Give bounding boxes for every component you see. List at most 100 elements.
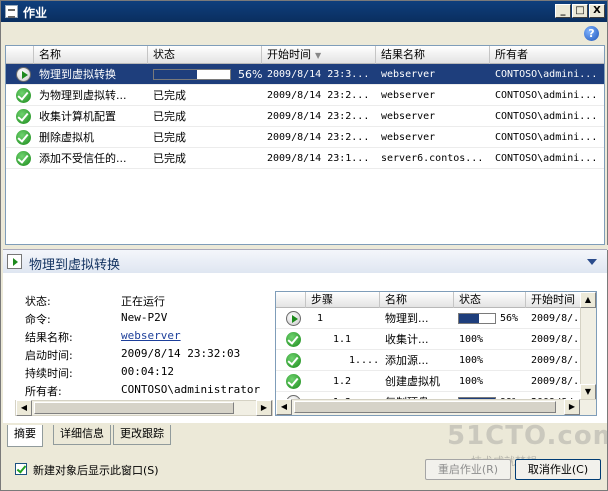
restart-job-button[interactable]: 重启作业(R) [425,459,511,480]
progress-percent: 56% [500,313,519,324]
field-label: 持续时间: [25,367,73,380]
tab-change-tracking[interactable]: 更改跟踪 [113,425,171,445]
steps-vertical-scrollbar[interactable]: ▲ ▼ [580,292,596,400]
steps-col-step[interactable]: 步骤 [306,292,380,308]
steps-scroll-right-icon[interactable]: ▶ [564,399,580,415]
completed-icon [16,151,31,166]
running-icon [16,67,31,82]
col-status[interactable]: 状态 [148,46,262,64]
completed-icon [286,353,301,368]
job-cell-name: 为物理到虚拟转... [39,89,127,102]
completed-icon [286,332,301,347]
job-cell-owner: CONTOSO\admini... [495,153,598,164]
job-cell-result: webserver [381,111,436,122]
job-cell-result: webserver [381,132,436,143]
step-number: 1.... [349,355,380,366]
col-result-name[interactable]: 结果名称 [376,46,490,64]
minimize-button[interactable]: _ [555,4,571,18]
job-row[interactable]: 收集计算机配置 已完成 2009/8/14 23:2... webserver CONT… [6,106,604,127]
tab-details[interactable]: 详细信息 [53,425,111,445]
step-start-time: 2009/8/... [531,355,582,366]
steps-grid-header: 步骤 名称 状态 开始时间 [276,292,596,308]
jobs-grid-header: 名称 状态 开始时间 ▼ 结果名称 所有者 [6,46,604,64]
running-icon [286,311,301,326]
steps-scroll-thumb[interactable] [294,401,556,413]
job-cell-start: 2009/8/14 23:1... [267,153,370,164]
field-value: 2009/8/14 23:32:03 [121,347,241,360]
scroll-down-icon[interactable]: ▼ [580,384,596,400]
completed-icon [16,88,31,103]
job-cell-owner: CONTOSO\admini... [495,69,598,80]
job-cell-start: 2009/8/14 23:2... [267,90,370,101]
field-label: 状态: [25,295,51,308]
completed-icon [16,109,31,124]
job-details-icon [7,254,22,269]
job-cell-owner: CONTOSO\admini... [495,111,598,122]
job-cell-start: 2009/8/14 23:3... [267,69,370,80]
steps-horizontal-scrollbar[interactable]: ◀ ▶ [276,399,596,415]
scroll-left-icon[interactable]: ◀ [16,400,32,416]
step-status: 100% [459,355,484,366]
job-cell-owner: CONTOSO\admini... [495,132,598,143]
job-cell-status: 已完成 [153,152,186,165]
col-name[interactable]: 名称 [34,46,148,64]
field-label: 命令: [25,313,51,326]
steps-col-icon[interactable] [276,292,306,308]
step-row[interactable]: 1.1 收集计... 100% 2009/8/... [276,329,582,350]
step-row[interactable]: 1.... 添加源... 100% 2009/8/... [276,350,582,371]
job-cell-start: 2009/8/14 23:2... [267,132,370,143]
step-number: 1.2 [333,376,352,387]
help-icon[interactable]: ? [584,26,599,41]
close-button[interactable]: X [589,4,605,18]
job-cell-name: 删除虚拟机 [39,131,94,144]
job-cell-result: webserver [381,69,436,80]
job-cell-result: server6.contos... [381,153,484,164]
title-bar[interactable]: 作业 _ □ X [1,1,607,22]
col-icon[interactable] [6,46,34,64]
job-cell-status: 已完成 [153,89,186,102]
step-name: 添加源... [385,354,429,367]
job-row[interactable]: 为物理到虚拟转... 已完成 2009/8/14 23:2... webserver C… [6,85,604,106]
col-owner[interactable]: 所有者 [490,46,604,64]
summary-horizontal-scrollbar[interactable]: ◀ ▶ [15,400,273,416]
collapse-chevron-icon[interactable] [587,259,597,265]
col-start-time[interactable]: 开始时间 ▼ [262,46,376,64]
step-name: 收集计... [385,333,429,346]
scroll-thumb[interactable] [34,402,234,414]
tab-summary[interactable]: 摘要 [7,425,43,447]
field-value: New-P2V [121,311,168,324]
cancel-job-button[interactable]: 取消作业(C) [515,459,601,480]
jobs-grid[interactable]: 名称 状态 开始时间 ▼ 结果名称 所有者 物理到虚拟转换 56% 2009/8/14… [5,45,605,245]
job-row[interactable]: 添加不受信任的... 已完成 2009/8/14 23:1... server6.co… [6,148,604,169]
step-number: 1 [317,313,324,324]
job-cell-name: 物理到虚拟转换 [39,68,116,81]
job-row[interactable]: 物理到虚拟转换 56% 2009/8/14 23:3... webserver CONT… [6,64,604,85]
scroll-up-icon[interactable]: ▲ [580,292,596,308]
result-name-link[interactable]: webserver [121,329,181,345]
job-cell-status: 已完成 [153,131,186,144]
step-row[interactable]: 1.2 创建虚拟机 100% 2009/8/... [276,371,582,392]
maximize-button[interactable]: □ [572,4,588,18]
scroll-right-icon[interactable]: ▶ [256,400,272,416]
step-status: 100% [459,376,484,387]
job-row[interactable]: 删除虚拟机 已完成 2009/8/14 23:2... webserver CONTOS… [6,127,604,148]
window-icon [5,5,18,18]
steps-grid[interactable]: 步骤 名称 状态 开始时间 1 物理到... 56% 2009/8/... 1.1 收集计… [275,291,597,416]
detail-header: 物理到虚拟转换 [3,249,607,273]
field-label: 启动时间: [25,349,73,362]
watermark: 51CTO.com [447,421,608,451]
step-number: 1.1 [333,334,352,345]
show-window-label[interactable]: 新建对象后显示此窗口(S) [33,462,159,478]
jobs-window: 作业 _ □ X ? 名称 状态 开始时间 ▼ 结果名称 所有者 物理到虚拟转换 5… [0,0,608,491]
step-start-time: 2009/8/... [531,376,582,387]
show-window-checkbox[interactable] [15,463,27,475]
job-cell-result: webserver [381,90,436,101]
steps-scroll-left-icon[interactable]: ◀ [276,399,292,415]
step-row[interactable]: 1 物理到... 56% 2009/8/... [276,308,582,329]
step-status: 100% [459,334,484,345]
steps-col-name[interactable]: 名称 [380,292,454,308]
steps-col-status[interactable]: 状态 [454,292,526,308]
progress-percent: 56% [238,68,262,81]
step-start-time: 2009/8/... [531,313,582,324]
field-label: 结果名称: [25,331,73,344]
